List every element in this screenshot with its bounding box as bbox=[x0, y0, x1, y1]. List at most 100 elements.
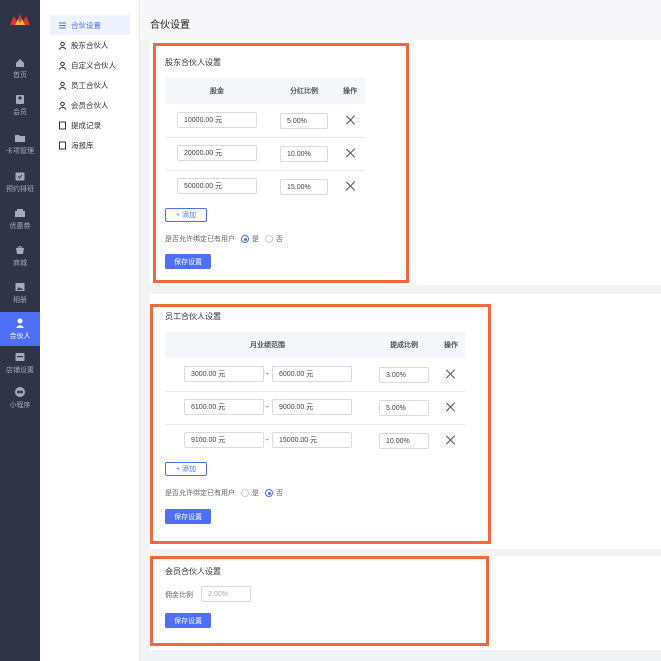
radio-no[interactable] bbox=[265, 235, 273, 243]
capital-input[interactable]: 50000.00 元 bbox=[177, 178, 257, 194]
rail-item-label: 预约排班 bbox=[6, 186, 34, 193]
person-icon bbox=[58, 61, 67, 70]
rail-item-6[interactable]: 相册 bbox=[0, 276, 40, 310]
dividend-ratio-input[interactable]: 5.00% bbox=[280, 113, 328, 129]
partner-submenu: 合伙设置股东合伙人自定义合伙人 员工合伙人会员合伙人提成记录海报库 bbox=[40, 0, 140, 661]
staff-table-header: 月业绩范围 提成比例 操作 bbox=[165, 332, 465, 358]
submenu-item-label: 员工合伙人 bbox=[71, 80, 109, 90]
range-separator: - bbox=[266, 369, 269, 378]
submenu-item-6[interactable]: 海报库 bbox=[50, 135, 130, 155]
shareholder-add-button[interactable]: + 添加 bbox=[165, 208, 207, 222]
home-icon bbox=[16, 59, 24, 67]
person-icon bbox=[58, 81, 67, 90]
rail-item-label: 店铺设置 bbox=[6, 367, 34, 374]
commission-ratio-input[interactable]: 3.00% bbox=[379, 367, 429, 383]
col-header-capital: 股金 bbox=[210, 88, 224, 95]
store-icon bbox=[15, 353, 25, 361]
rail-item-9[interactable]: 小程序 bbox=[0, 381, 40, 415]
member-icon bbox=[16, 95, 24, 104]
allow-binding-label: 是否允许绑定已有用户 bbox=[165, 490, 235, 497]
shareholder-title: 股东合伙人设置 bbox=[165, 58, 221, 67]
range-from-input[interactable]: 3000.00 元 bbox=[184, 366, 264, 382]
rail-item-4[interactable]: 优惠券 bbox=[0, 202, 40, 236]
rail-item-1[interactable]: 会员 bbox=[0, 88, 40, 122]
rail-item-5[interactable]: 商城 bbox=[0, 239, 40, 273]
main-nav-rail: 首页会员卡项管理预约排班优惠券商城相册合伙人店铺设置小程序 bbox=[0, 0, 40, 661]
capital-input[interactable]: 20000.00 元 bbox=[177, 145, 257, 161]
radio-no[interactable] bbox=[265, 489, 273, 497]
rail-item-label: 首页 bbox=[13, 72, 27, 79]
radio-yes[interactable] bbox=[241, 489, 249, 497]
staff-allow-binding: 是否允许绑定已有用户 是 否 bbox=[165, 488, 283, 498]
shareholder-allow-binding: 是否允许绑定已有用户 是 否 bbox=[165, 234, 283, 244]
submenu-item-2[interactable]: 自定义合伙人 bbox=[50, 55, 130, 75]
submenu-item-label: 会员合伙人 bbox=[71, 100, 109, 110]
rail-item-label: 合伙人 bbox=[9, 333, 31, 340]
delete-row-icon[interactable] bbox=[346, 148, 356, 158]
dividend-ratio-input[interactable]: 15.00% bbox=[280, 179, 328, 195]
submenu-item-5[interactable]: 提成记录 bbox=[50, 115, 130, 135]
submenu-item-1[interactable]: 股东合伙人 bbox=[50, 35, 130, 55]
person-icon bbox=[58, 101, 67, 110]
submenu-item-label: 股东合伙人 bbox=[71, 40, 109, 50]
rail-item-label: 优惠券 bbox=[9, 223, 31, 230]
range-from-input[interactable]: 9100.00 元 bbox=[184, 432, 264, 448]
allow-binding-label: 是否允许绑定已有用户 bbox=[165, 236, 235, 243]
rail-item-2[interactable]: 卡项管理 bbox=[0, 127, 40, 161]
crown-logo-icon bbox=[10, 14, 30, 25]
submenu-item-3[interactable]: 员工合伙人 bbox=[50, 75, 130, 95]
range-from-input[interactable]: 6100.00 元 bbox=[184, 399, 264, 415]
range-to-input[interactable]: 15000.00 元 bbox=[272, 432, 352, 448]
range-to-input[interactable]: 6000.00 元 bbox=[272, 366, 352, 382]
radio-yes[interactable] bbox=[241, 235, 249, 243]
rail-item-3[interactable]: 预约排班 bbox=[0, 165, 40, 199]
settings-icon bbox=[58, 21, 67, 30]
submenu-item-0[interactable]: 合伙设置 bbox=[50, 15, 130, 35]
submenu-item-label: 合伙设置 bbox=[71, 20, 101, 30]
delete-row-icon[interactable] bbox=[446, 402, 456, 412]
rail-item-7[interactable]: 合伙人 bbox=[0, 312, 40, 346]
page-header bbox=[140, 0, 661, 40]
range-separator: - bbox=[266, 402, 269, 411]
staff-save-button[interactable]: 保存设置 bbox=[165, 509, 211, 524]
staff-add-button[interactable]: + 添加 bbox=[165, 462, 207, 476]
radio-yes-label: 是 bbox=[252, 490, 259, 497]
commission-input[interactable]: 2.00% bbox=[201, 586, 251, 602]
delete-row-icon[interactable] bbox=[446, 435, 456, 445]
member-title: 会员合伙人设置 bbox=[165, 567, 221, 576]
delete-row-icon[interactable] bbox=[346, 181, 356, 191]
record-icon bbox=[58, 121, 67, 130]
rail-item-label: 相册 bbox=[13, 297, 27, 304]
range-separator: - bbox=[266, 435, 269, 444]
rail-item-label: 卡项管理 bbox=[6, 148, 34, 155]
rail-item-8[interactable]: 店铺设置 bbox=[0, 346, 40, 380]
main-content: 合伙设置 股东合伙人设置 股金 分红比例 操作 + 添加 是否允许绑定已有用户 … bbox=[140, 0, 661, 661]
card-icon bbox=[15, 135, 25, 142]
submenu-item-4[interactable]: 会员合伙人 bbox=[50, 95, 130, 115]
col-header-range: 月业绩范围 bbox=[250, 342, 285, 349]
rail-item-label: 会员 bbox=[13, 109, 27, 116]
capital-input[interactable]: 10000.00 元 bbox=[177, 112, 257, 128]
submenu-item-label: 自定义合伙人 bbox=[71, 60, 116, 70]
commission-ratio-input[interactable]: 5.00% bbox=[379, 400, 429, 416]
col-header-dividend: 分红比例 bbox=[290, 88, 318, 95]
dividend-ratio-input[interactable]: 10.00% bbox=[280, 146, 328, 162]
submenu-item-label: 海报库 bbox=[71, 140, 94, 150]
radio-no-label: 否 bbox=[276, 236, 283, 243]
album-icon bbox=[15, 283, 25, 291]
member-save-button[interactable]: 保存设置 bbox=[165, 613, 211, 628]
commission-ratio-input[interactable]: 10.00% bbox=[379, 433, 429, 449]
submenu-item-label: 提成记录 bbox=[71, 120, 101, 130]
delete-row-icon[interactable] bbox=[446, 369, 456, 379]
row-divider bbox=[165, 424, 465, 425]
rail-item-label: 小程序 bbox=[9, 402, 31, 409]
shareholder-save-button[interactable]: 保存设置 bbox=[165, 254, 211, 269]
radio-no-label: 否 bbox=[276, 490, 283, 497]
delete-row-icon[interactable] bbox=[346, 115, 356, 125]
range-to-input[interactable]: 9000.00 元 bbox=[272, 399, 352, 415]
commission-label: 佣金比例 bbox=[165, 592, 193, 599]
person-icon bbox=[58, 41, 67, 50]
shop-icon bbox=[16, 246, 24, 254]
rail-item-0[interactable]: 首页 bbox=[0, 51, 40, 85]
miniprogram-icon bbox=[15, 387, 25, 397]
